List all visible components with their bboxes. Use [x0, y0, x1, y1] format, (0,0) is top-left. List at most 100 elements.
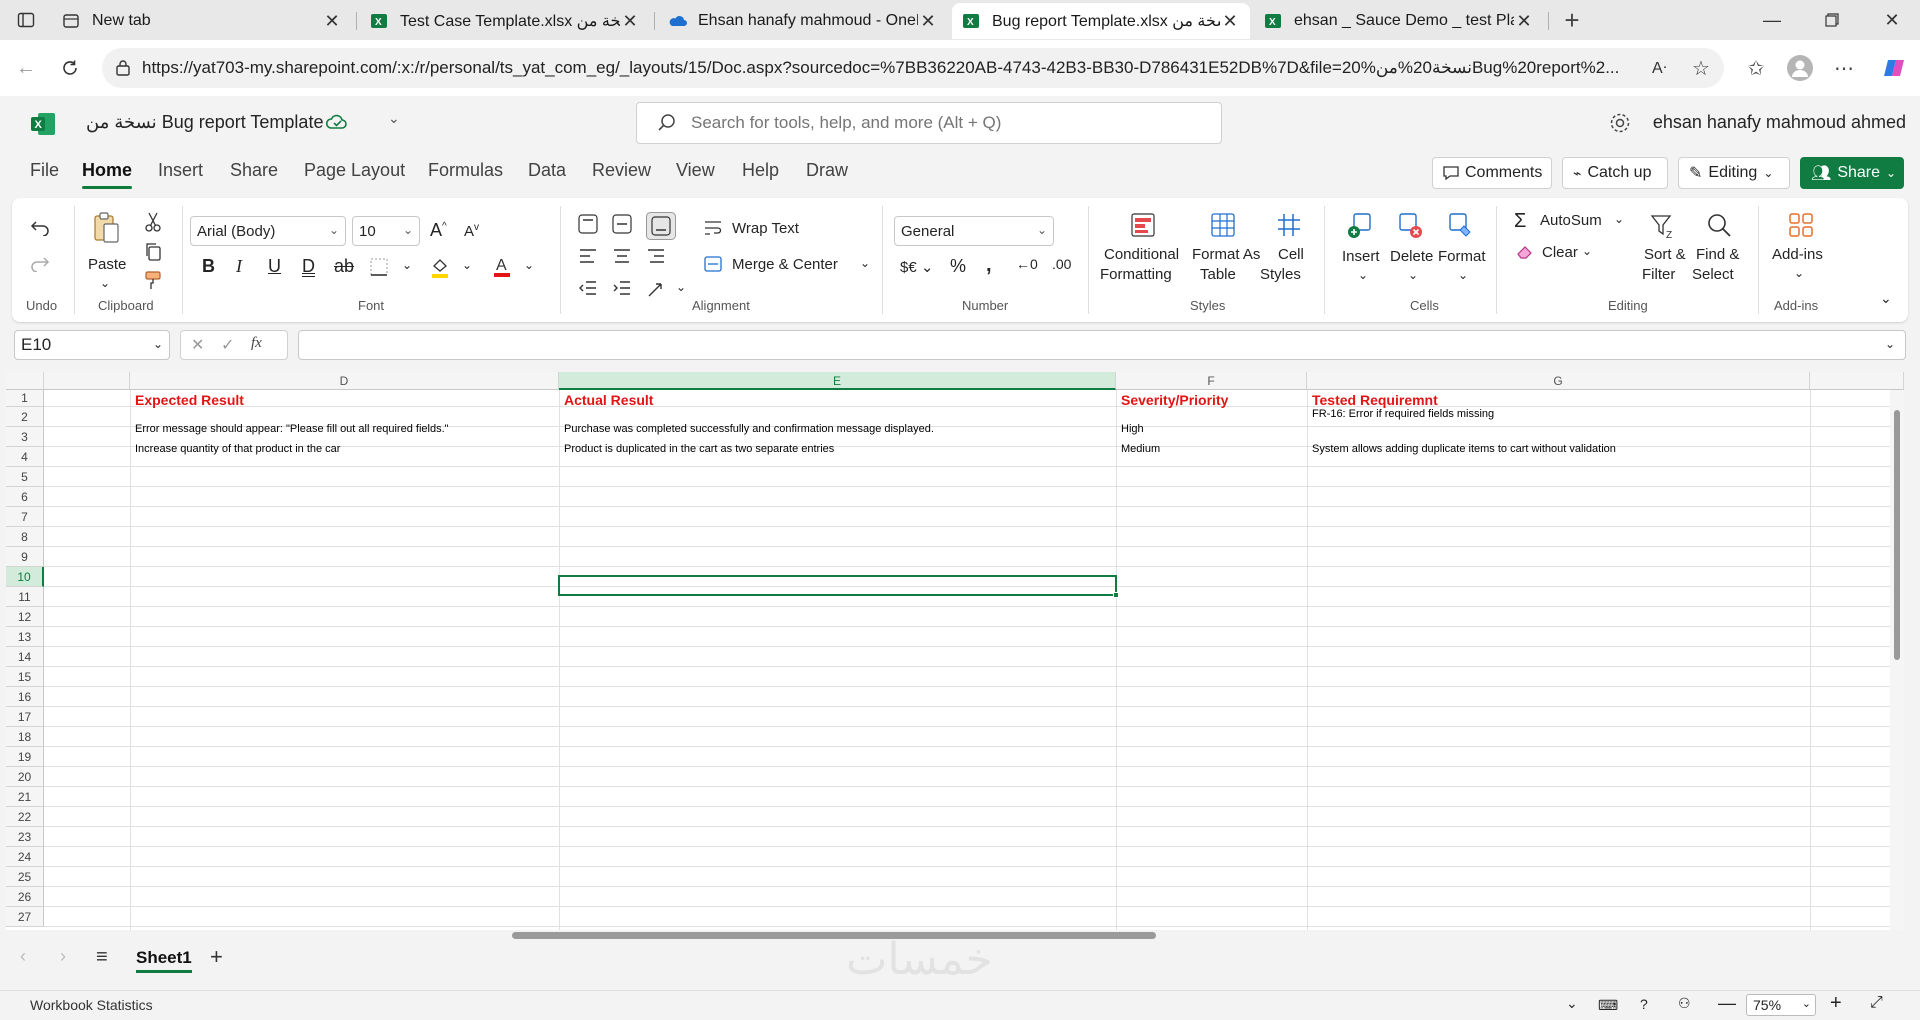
addins-icon[interactable] — [1788, 212, 1814, 238]
row-header-9[interactable]: 9 — [6, 547, 44, 567]
close-icon[interactable]: ✕ — [620, 11, 640, 32]
paste-button[interactable]: Paste — [88, 256, 126, 273]
minimize-icon[interactable]: — — [1742, 0, 1802, 40]
site-info-icon[interactable] — [114, 59, 132, 77]
bold-icon[interactable]: B — [202, 256, 215, 277]
row-header-15[interactable]: 15 — [6, 667, 44, 687]
currency-icon[interactable]: $€ ⌄ — [900, 258, 933, 276]
row-header-18[interactable]: 18 — [6, 727, 44, 747]
row-header-2[interactable]: 2 — [6, 407, 44, 427]
column-header-h[interactable] — [1810, 372, 1904, 390]
italic-icon[interactable]: I — [236, 256, 242, 277]
cell-styles-label[interactable]: Cell — [1278, 246, 1304, 263]
tab-insert[interactable]: Insert — [158, 160, 203, 181]
row-header-8[interactable]: 8 — [6, 527, 44, 547]
cell-d3[interactable]: Increase quantity of that product in the… — [132, 443, 340, 455]
sort-filter-label[interactable]: Sort & — [1644, 246, 1686, 263]
format-as-table-label-2[interactable]: Table — [1200, 266, 1236, 283]
delete-button[interactable]: Delete — [1390, 248, 1433, 265]
autosum-button[interactable]: AutoSum — [1540, 212, 1602, 229]
insert-chevron-down-icon[interactable]: ⌄ — [1358, 268, 1368, 282]
restore-icon[interactable] — [1802, 0, 1862, 40]
catch-up-button[interactable]: ⌁ Catch up — [1562, 157, 1668, 189]
cell-f2[interactable]: High — [1118, 423, 1144, 435]
paste-chevron-down-icon[interactable]: ⌄ — [100, 276, 110, 290]
addins-button[interactable]: Add-ins — [1772, 246, 1823, 263]
cell-e2[interactable]: Purchase was completed successfully and … — [561, 423, 934, 435]
row-header-19[interactable]: 19 — [6, 747, 44, 767]
font-name-select[interactable]: Arial (Body) ⌄ — [190, 216, 346, 246]
tab-page-layout[interactable]: Page Layout — [304, 160, 405, 181]
format-chevron-down-icon[interactable]: ⌄ — [1458, 268, 1468, 282]
row-header-21[interactable]: 21 — [6, 787, 44, 807]
cell-e1[interactable]: Actual Result — [561, 392, 653, 408]
browser-tab-onedrive[interactable]: Ehsan hanafy mahmoud - OneDri ✕ — [658, 3, 948, 39]
browser-tab-test-case[interactable]: X Test Case Template.xlsx نسخة من ✕ — [360, 3, 650, 39]
clear-eraser-icon[interactable] — [1516, 244, 1534, 260]
document-title[interactable]: نسخة من Bug report Template — [86, 112, 323, 133]
tab-home[interactable]: Home — [82, 160, 133, 189]
column-header-c[interactable] — [44, 372, 130, 390]
find-select-icon[interactable] — [1706, 212, 1732, 238]
tab-file[interactable]: File — [30, 160, 59, 181]
redo-icon[interactable] — [30, 256, 50, 272]
row-header-1[interactable]: 1 — [6, 390, 44, 407]
strikethrough-icon[interactable]: ab — [334, 256, 354, 277]
profile-avatar[interactable] — [1782, 50, 1818, 86]
row-header-25[interactable]: 25 — [6, 867, 44, 887]
find-select-label-2[interactable]: Select — [1692, 266, 1734, 283]
format-button[interactable]: Format — [1438, 248, 1486, 265]
decrease-decimal-icon[interactable]: .00 — [1052, 256, 1071, 272]
conditional-formatting-icon[interactable] — [1130, 212, 1156, 238]
fill-handle[interactable] — [1113, 592, 1119, 598]
decrease-indent-icon[interactable] — [578, 280, 598, 296]
spreadsheet-grid[interactable]: D E F G 1 2 3 4 5 6 7 8 9 10 11 12 13 14 15 16 17 18 19 20 2… — [6, 372, 1904, 930]
keyboard-icon[interactable]: ⌨ — [1598, 997, 1618, 1014]
delete-chevron-down-icon[interactable]: ⌄ — [1408, 268, 1418, 282]
tab-actions-icon[interactable] — [8, 2, 44, 38]
cell-g2[interactable]: FR-16: Error if required fields missing — [1309, 408, 1494, 420]
settings-gear-icon[interactable] — [1608, 111, 1632, 135]
vertical-scroll-thumb[interactable] — [1894, 410, 1900, 660]
name-box[interactable]: E10 ⌄ — [14, 330, 170, 360]
favorites-icon[interactable]: ✩ — [1738, 50, 1774, 86]
number-format-select[interactable]: General ⌄ — [894, 216, 1054, 246]
tab-review[interactable]: Review — [592, 160, 651, 181]
row-header-24[interactable]: 24 — [6, 847, 44, 867]
insert-cells-icon[interactable] — [1346, 212, 1374, 240]
autosum-chevron-down-icon[interactable]: ⌄ — [1614, 212, 1624, 226]
align-bottom-icon[interactable] — [646, 212, 676, 240]
wrap-text-button[interactable]: Wrap Text — [732, 220, 799, 237]
user-name[interactable]: ehsan hanafy mahmoud ahmed — [1653, 112, 1906, 133]
format-cells-icon[interactable] — [1446, 212, 1474, 240]
workbook-statistics[interactable]: Workbook Statistics — [30, 997, 153, 1013]
increase-decimal-icon[interactable]: ←0 — [1016, 256, 1038, 272]
favorite-star-icon[interactable]: ☆ — [1692, 56, 1710, 81]
find-select-label[interactable]: Find & — [1696, 246, 1739, 263]
cell-d1[interactable]: Expected Result — [132, 392, 244, 408]
insert-function-fx-icon[interactable]: fx — [251, 335, 262, 352]
insert-button[interactable]: Insert — [1342, 248, 1380, 265]
shrink-font-icon[interactable]: Av — [464, 222, 479, 240]
cell-f3[interactable]: Medium — [1118, 443, 1160, 455]
wrap-text-icon[interactable] — [704, 220, 722, 236]
select-all-corner[interactable] — [6, 372, 44, 390]
feedback-icon[interactable]: ⚇ — [1678, 995, 1691, 1012]
merge-center-button[interactable]: Merge & Center — [732, 256, 838, 273]
undo-icon[interactable] — [30, 220, 50, 236]
sheet-tab-sheet1[interactable]: Sheet1 — [136, 948, 192, 973]
cell-g1[interactable]: Tested Requiremnt — [1309, 392, 1438, 408]
vertical-scrollbar[interactable] — [1890, 390, 1904, 930]
comma-style-icon[interactable]: , — [986, 254, 992, 277]
conditional-formatting-label-2[interactable]: Formatting — [1100, 266, 1172, 283]
cell-e3[interactable]: Product is duplicated in the cart as two… — [561, 443, 834, 455]
cell-styles-icon[interactable] — [1276, 212, 1302, 238]
row-header-23[interactable]: 23 — [6, 827, 44, 847]
row-header-3[interactable]: 3 — [6, 427, 44, 447]
align-left-icon[interactable] — [578, 248, 598, 264]
chevron-down-icon[interactable]: ⌄ — [1566, 995, 1578, 1012]
new-tab-plus-icon[interactable]: + — [1554, 2, 1590, 38]
formula-input[interactable]: ⌄ — [298, 330, 1906, 360]
tab-share[interactable]: Share — [230, 160, 278, 181]
sort-filter-icon[interactable]: Z — [1650, 212, 1678, 240]
